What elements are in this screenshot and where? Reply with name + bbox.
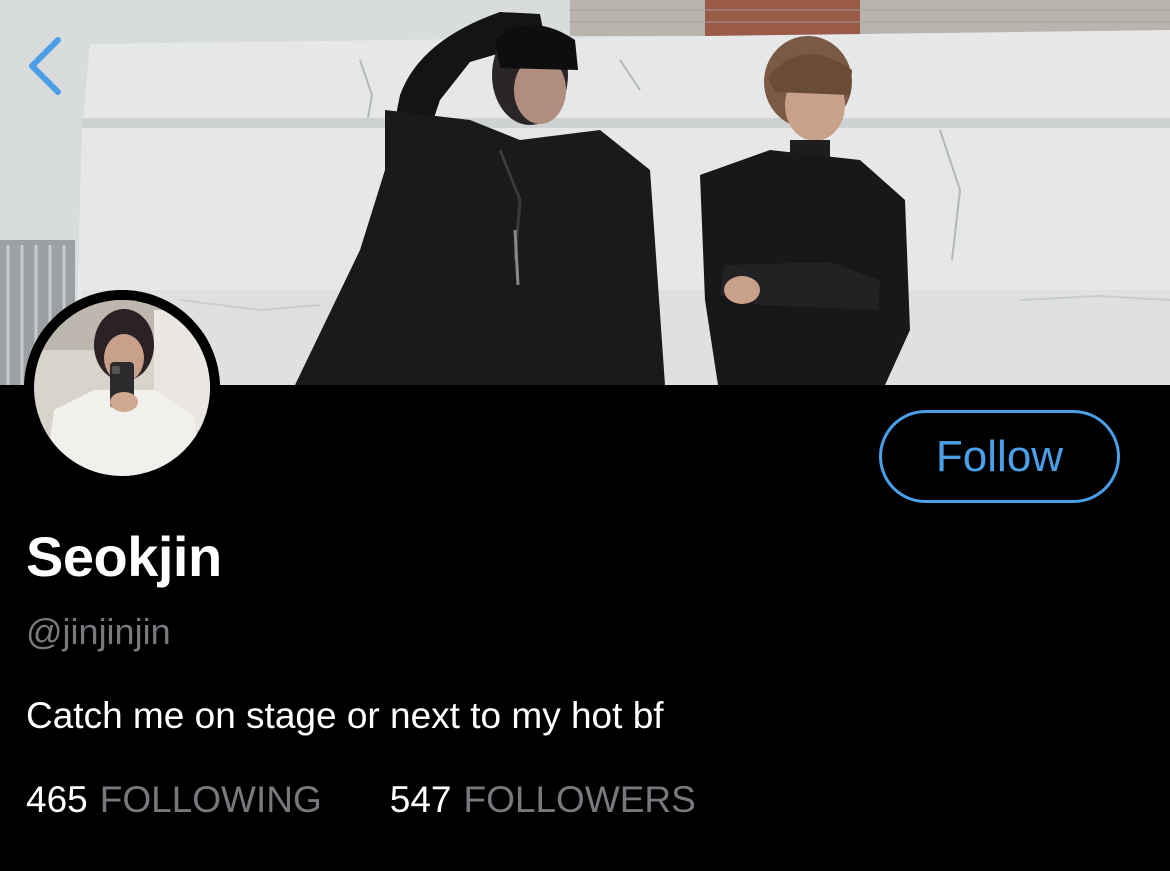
following-count: 465 <box>26 779 88 820</box>
profile-bio: Catch me on stage or next to my hot bf <box>26 695 664 736</box>
followers-stat[interactable]: 547 FOLLOWERS <box>390 776 696 824</box>
profile-stats: 465 FOLLOWING 547 FOLLOWERS <box>26 776 696 824</box>
follow-button[interactable]: Follow <box>879 410 1120 503</box>
user-handle: @jinjinjin <box>26 611 171 652</box>
followers-label: FOLLOWERS <box>463 779 696 820</box>
followers-count: 547 <box>389 779 452 820</box>
profile-page: Follow Seokjin @jinjinjin Catch me on st… <box>0 0 1170 871</box>
following-stat[interactable]: 465 FOLLOWING <box>26 776 322 824</box>
back-button[interactable] <box>20 30 76 100</box>
following-label: FOLLOWING <box>99 779 322 820</box>
chevron-left-icon <box>29 37 61 95</box>
display-name: Seokjin <box>26 525 222 588</box>
profile-avatar[interactable] <box>24 290 220 486</box>
